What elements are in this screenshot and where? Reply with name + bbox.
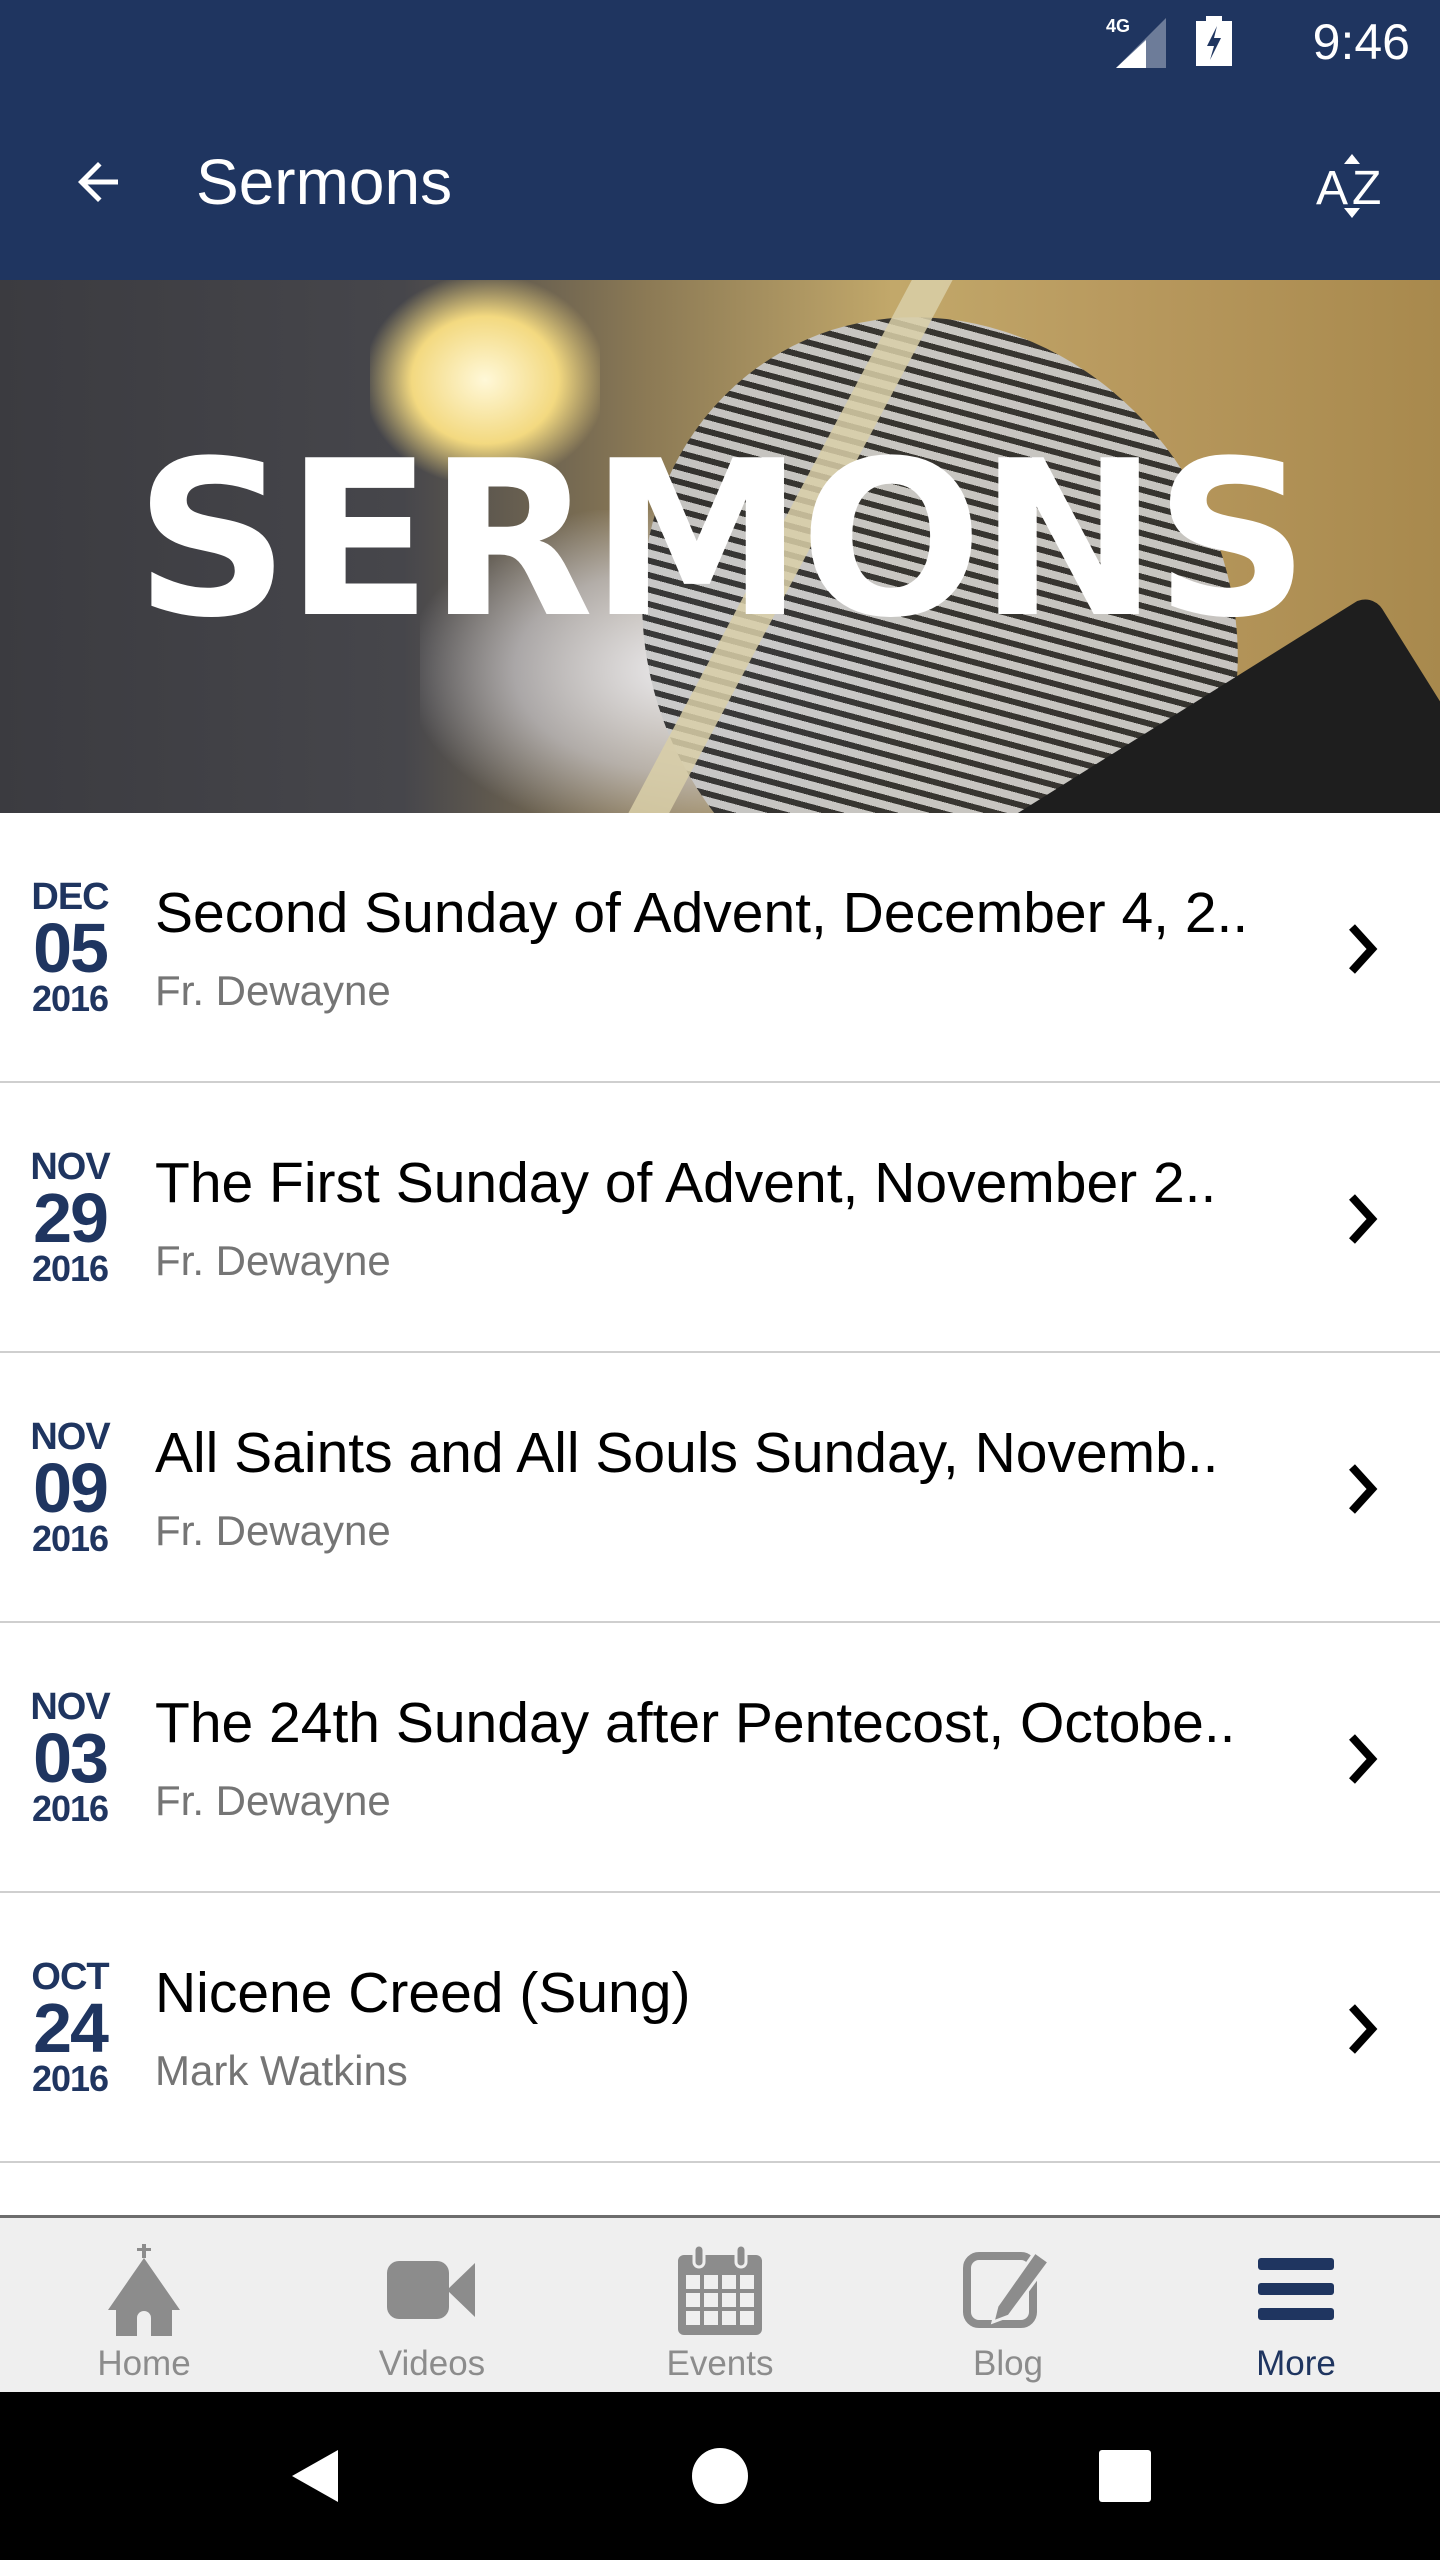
sermon-title: All Saints and All Souls Sunday, Novemb.… xyxy=(155,1421,1219,1485)
network-type: 4G xyxy=(1106,16,1130,36)
date-year: 2016 xyxy=(31,2058,109,2099)
chevron-right-icon xyxy=(1349,924,1378,974)
system-nav-bar xyxy=(0,2392,1440,2560)
sermon-date: OCT 24 2016 xyxy=(22,1957,118,2099)
arrow-back-icon xyxy=(78,162,118,202)
bottom-tab-bar: Home Videos Events Blog More xyxy=(0,2215,1440,2392)
chevron-right-icon xyxy=(1349,1194,1378,1244)
page-title: Sermons xyxy=(196,146,453,218)
tab-label: Home xyxy=(97,2344,191,2383)
banner-title: SERMONS xyxy=(134,414,1310,665)
chevron-right-icon xyxy=(1349,1464,1378,1514)
sermon-author: Mark Watkins xyxy=(155,2047,408,2094)
status-bar: 4G 9:46 xyxy=(0,0,1440,84)
date-year: 2016 xyxy=(31,1248,109,1289)
tab-more[interactable]: More xyxy=(1152,2218,1440,2392)
sermon-list: DEC 05 2016 Second Sunday of Advent, Dec… xyxy=(0,813,1440,2163)
date-year: 2016 xyxy=(31,978,109,1019)
sermon-list-item[interactable]: DEC 05 2016 Second Sunday of Advent, Dec… xyxy=(0,813,1440,1083)
nav-back-button[interactable] xyxy=(275,2444,355,2508)
sermon-author: Fr. Dewayne xyxy=(155,1237,391,1284)
home-circle-icon xyxy=(692,2448,748,2504)
tab-blog[interactable]: Blog xyxy=(864,2218,1152,2392)
edit-icon xyxy=(963,2252,1052,2328)
sermon-date: NOV 03 2016 xyxy=(22,1687,118,1829)
video-camera-icon xyxy=(387,2261,475,2319)
nav-home-button[interactable] xyxy=(680,2444,760,2508)
sermon-title: The 24th Sunday after Pentecost, Octobe.… xyxy=(155,1691,1236,1755)
sort-az-icon: A Z xyxy=(1316,154,1381,218)
svg-text:A: A xyxy=(1316,162,1348,215)
sermon-list-item[interactable]: NOV 09 2016 All Saints and All Souls Sun… xyxy=(0,1353,1440,1623)
app-bar: Sermons A Z xyxy=(0,84,1440,280)
sermon-title: Second Sunday of Advent, December 4, 2.. xyxy=(155,881,1249,945)
church-icon xyxy=(108,2244,180,2336)
status-time: 9:46 xyxy=(1312,14,1410,70)
sermon-author: Fr. Dewayne xyxy=(155,967,391,1014)
signal-icon: 4G xyxy=(1106,16,1166,68)
sermon-list-item[interactable]: OCT 24 2016 Nicene Creed (Sung) Mark Wat… xyxy=(0,1893,1440,2163)
tab-label: Blog xyxy=(972,2344,1044,2383)
sermon-title: Nicene Creed (Sung) xyxy=(155,1961,691,2025)
date-day: 29 xyxy=(33,1179,109,1257)
recents-square-icon xyxy=(1099,2450,1151,2502)
date-year: 2016 xyxy=(31,1518,109,1559)
sermon-author: Fr. Dewayne xyxy=(155,1777,391,1824)
date-day: 09 xyxy=(33,1449,109,1527)
sermon-date: NOV 29 2016 xyxy=(22,1147,118,1289)
svg-text:Z: Z xyxy=(1352,162,1381,215)
tab-label: Videos xyxy=(378,2344,486,2383)
sermon-author: Fr. Dewayne xyxy=(155,1507,391,1554)
tab-events[interactable]: Events xyxy=(576,2218,864,2392)
calendar-icon xyxy=(678,2245,762,2335)
sermon-list-item[interactable]: NOV 03 2016 The 24th Sunday after Pentec… xyxy=(0,1623,1440,1893)
tab-home[interactable]: Home xyxy=(0,2218,288,2392)
chevron-right-icon xyxy=(1349,2004,1378,2054)
date-year: 2016 xyxy=(31,1788,109,1829)
sermon-title: The First Sunday of Advent, November 2.. xyxy=(155,1151,1217,1215)
date-day: 03 xyxy=(33,1719,109,1797)
sermons-banner-image: SERMONS xyxy=(0,280,1440,813)
tab-label: More xyxy=(1256,2344,1336,2383)
nav-recents-button[interactable] xyxy=(1085,2444,1165,2508)
menu-icon xyxy=(1258,2258,1334,2320)
sort-az-button[interactable]: A Z xyxy=(1304,138,1400,234)
sermon-list-item[interactable]: NOV 29 2016 The First Sunday of Advent, … xyxy=(0,1083,1440,1353)
tab-label: Events xyxy=(666,2344,774,2383)
tab-videos[interactable]: Videos xyxy=(288,2218,576,2392)
back-button[interactable] xyxy=(60,144,136,220)
chevron-right-icon xyxy=(1349,1734,1378,1784)
battery-charging-icon xyxy=(1196,16,1232,66)
back-triangle-icon xyxy=(292,2450,338,2502)
sermon-date: NOV 09 2016 xyxy=(22,1417,118,1559)
sermon-date: DEC 05 2016 xyxy=(22,877,118,1019)
date-day: 24 xyxy=(33,1989,109,2067)
date-day: 05 xyxy=(33,909,109,987)
